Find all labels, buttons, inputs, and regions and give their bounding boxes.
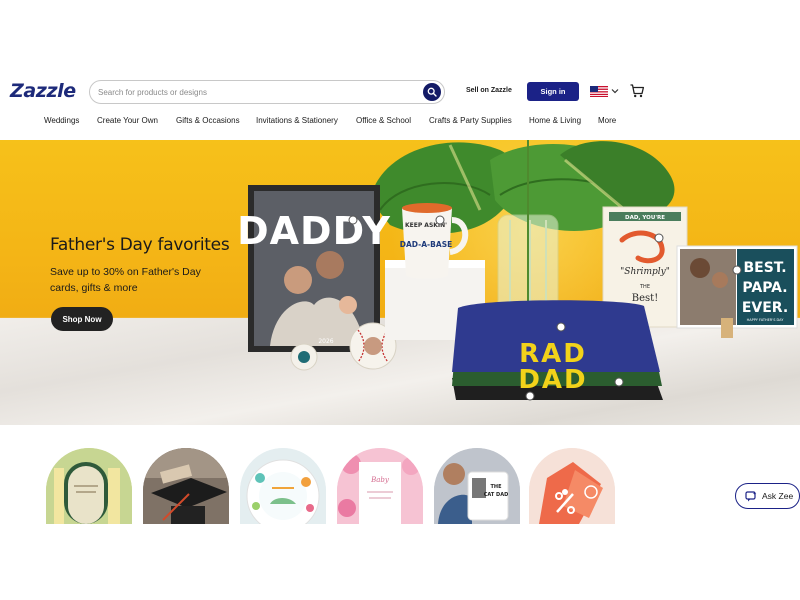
search-bar[interactable] bbox=[89, 80, 445, 104]
us-flag-icon bbox=[590, 85, 608, 97]
birthday-plate-thumbnail bbox=[240, 448, 326, 524]
svg-text:THE: THE bbox=[639, 284, 650, 290]
svg-text:DAD-A-BASE: DAD-A-BASE bbox=[400, 240, 452, 249]
nav-item-gifts-occasions[interactable]: Gifts & Occasions bbox=[176, 116, 240, 125]
shop-now-button[interactable]: Shop Now bbox=[51, 307, 113, 331]
svg-text:THE: THE bbox=[490, 484, 502, 490]
baby-shower-invitation-thumbnail: Baby bbox=[337, 448, 423, 524]
locale-selector[interactable] bbox=[590, 85, 620, 97]
category-wedding-invitations[interactable] bbox=[46, 448, 132, 524]
hero-title: Father's Day favorites bbox=[50, 235, 230, 255]
svg-text:PAPA.: PAPA. bbox=[742, 280, 787, 296]
svg-text:CAT DAD: CAT DAD bbox=[484, 492, 508, 498]
category-nav: Weddings Create Your Own Gifts & Occasio… bbox=[0, 116, 800, 130]
frame-text: DADDY bbox=[237, 209, 391, 253]
chevron-down-icon bbox=[611, 89, 619, 94]
nav-item-weddings[interactable]: Weddings bbox=[44, 116, 79, 125]
category-baby-shower-invitations[interactable]: Baby bbox=[337, 448, 423, 524]
nav-item-office-school[interactable]: Office & School bbox=[356, 116, 411, 125]
category-graduation-caps[interactable] bbox=[143, 448, 229, 524]
svg-text:Baby: Baby bbox=[370, 476, 390, 484]
category-sale-tags[interactable] bbox=[529, 448, 615, 524]
svg-text:BEST.: BEST. bbox=[743, 260, 786, 276]
graduation-cap-thumbnail bbox=[143, 448, 229, 524]
sign-in-button[interactable]: Sign in bbox=[527, 82, 579, 101]
ask-zee-button[interactable]: Ask Zee bbox=[735, 483, 800, 509]
search-input[interactable] bbox=[98, 84, 418, 101]
rad-dad-tshirts: RAD DAD bbox=[452, 300, 663, 401]
search-icon bbox=[427, 87, 437, 97]
header: Zazzle Sell on Zazzle Sign in bbox=[0, 78, 800, 106]
svg-text:2026: 2026 bbox=[318, 338, 333, 345]
zazzle-logo[interactable]: Zazzle bbox=[10, 80, 76, 102]
svg-text:EVER.: EVER. bbox=[742, 300, 788, 316]
category-birthday-plates[interactable] bbox=[240, 448, 326, 524]
page: Zazzle Sell on Zazzle Sign in bbox=[0, 0, 800, 600]
category-photo-mugs[interactable]: THE CAT DAD bbox=[434, 448, 520, 524]
svg-text:DAD, YOU'RE: DAD, YOU'RE bbox=[625, 215, 665, 221]
nav-item-create-your-own[interactable]: Create Your Own bbox=[97, 116, 158, 125]
best-papa-ever-card: BEST. PAPA. EVER. HAPPY FATHER'S DAY bbox=[676, 245, 798, 338]
sale-tag-thumbnail bbox=[529, 448, 615, 524]
hero-banner[interactable]: Father's Day favorites Save up to 30% on… bbox=[0, 140, 800, 425]
hero-subtitle: Save up to 30% on Father's Day cards, gi… bbox=[50, 266, 201, 294]
nav-item-more[interactable]: More bbox=[598, 116, 616, 125]
cart-button[interactable] bbox=[629, 83, 645, 99]
svg-text:HAPPY FATHER'S DAY: HAPPY FATHER'S DAY bbox=[747, 318, 785, 322]
sell-on-zazzle-link[interactable]: Sell on Zazzle bbox=[466, 87, 512, 94]
frame-hotspot[interactable] bbox=[348, 215, 358, 225]
svg-text:Best!: Best! bbox=[632, 293, 658, 304]
svg-text:"Shrimply": "Shrimply" bbox=[620, 267, 670, 277]
ask-zee-label: Ask Zee bbox=[762, 491, 794, 501]
photo-mug-thumbnail: THE CAT DAD bbox=[434, 448, 520, 524]
cart-icon bbox=[630, 84, 645, 98]
nav-item-home-living[interactable]: Home & Living bbox=[529, 116, 581, 125]
category-carousel: Baby THE CAT DAD bbox=[0, 448, 800, 524]
nav-item-invitations-stationery[interactable]: Invitations & Stationery bbox=[256, 116, 338, 125]
hero-products-image: DADDY 2026 KEEP ASKIN' DAD-A-BASE DAD, Y… bbox=[237, 140, 798, 401]
wedding-invitation-thumbnail bbox=[46, 448, 132, 524]
chat-icon bbox=[745, 490, 757, 501]
svg-text:DAD: DAD bbox=[518, 365, 587, 395]
search-button[interactable] bbox=[423, 83, 441, 101]
nav-item-crafts-party-supplies[interactable]: Crafts & Party Supplies bbox=[429, 116, 512, 125]
